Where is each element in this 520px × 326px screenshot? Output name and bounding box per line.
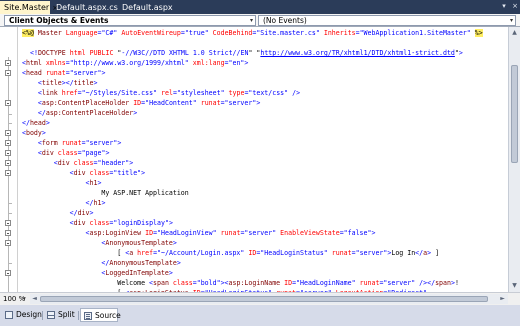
chevron-down-icon: ▾ xyxy=(509,17,513,24)
tab-site-master[interactable]: Site.Master × xyxy=(0,1,58,14)
code-line[interactable]: <!DOCTYPE html PUBLIC "-//W3C//DTD XHTML… xyxy=(30,48,463,58)
code-line[interactable]: <div class="page"> xyxy=(22,148,110,158)
view-separator xyxy=(42,311,43,320)
code-line[interactable]: Welcome <span class="bold"><asp:LoginNam… xyxy=(22,278,459,288)
vertical-scrollbar[interactable]: ▲ ▼ xyxy=(508,27,520,292)
collapse-toggle-icon[interactable] xyxy=(5,220,11,226)
code-line[interactable]: <div class="loginDisplay"> xyxy=(22,218,173,228)
tab-default-aspx-cs[interactable]: Default.aspx.cs xyxy=(52,1,118,14)
zoom-level[interactable]: 100 % xyxy=(3,294,25,304)
code-line[interactable]: <body> xyxy=(22,128,46,138)
design-view-button[interactable]: Design xyxy=(2,308,42,322)
code-line[interactable]: <head runat="server"> xyxy=(22,68,105,78)
outline-end-marker xyxy=(8,114,12,115)
collapse-toggle-icon[interactable] xyxy=(5,150,11,156)
code-line[interactable]: <asp:ContentPlaceHolder ID="HeadContent"… xyxy=(22,98,260,108)
collapse-toggle-icon[interactable] xyxy=(5,130,11,136)
outline-end-marker xyxy=(8,123,12,124)
zoom-bar: 100 % ▾ ◄ ► xyxy=(0,292,520,305)
code-line[interactable]: <title></title> xyxy=(22,78,98,88)
source-view-button[interactable]: Source xyxy=(80,308,121,322)
split-view-icon xyxy=(47,311,55,319)
design-view-label: Design xyxy=(16,310,42,319)
outline-end-marker xyxy=(8,203,12,204)
code-line[interactable]: My ASP.NET Application xyxy=(22,188,188,198)
code-line[interactable]: <html xmlns="http://www.w3.org/1999/xhtm… xyxy=(22,58,248,68)
horizontal-scrollbar[interactable]: ◄ ► xyxy=(30,294,508,304)
collapse-toggle-icon[interactable] xyxy=(5,100,11,106)
chevron-down-icon: ▾ xyxy=(249,17,253,24)
events-dropdown[interactable]: (No Events) ▾ xyxy=(258,15,516,26)
code-line[interactable]: </h1> xyxy=(22,198,106,208)
code-line[interactable]: <link href="~/Styles/Site.css" rel="styl… xyxy=(22,88,300,98)
code-line[interactable]: <%@ Master Language="C#" AutoEventWireup… xyxy=(22,28,483,38)
code-line[interactable]: <form runat="server"> xyxy=(22,138,121,148)
code-line[interactable]: <div class="header"> xyxy=(22,158,133,168)
collapse-toggle-icon[interactable] xyxy=(5,240,11,246)
split-view-button[interactable]: Split xyxy=(44,308,76,322)
code-line[interactable]: </asp:ContentPlaceHolder> xyxy=(22,108,137,118)
vertical-scroll-thumb[interactable] xyxy=(511,65,518,163)
collapse-toggle-icon[interactable] xyxy=(5,170,11,176)
outlining-margin xyxy=(0,27,18,292)
code-line[interactable]: <AnonymousTemplate> xyxy=(22,238,176,248)
tab-list-dropdown-icon[interactable]: ▾ xyxy=(500,2,508,11)
code-line[interactable]: [ <a href="~/Account/Login.aspx" ID="Hea… xyxy=(22,248,439,258)
scroll-right-icon[interactable]: ► xyxy=(498,294,507,304)
zoom-dropdown-icon[interactable]: ▾ xyxy=(23,294,26,304)
collapse-toggle-icon[interactable] xyxy=(5,140,11,146)
visual-studio-editor-window: Site.Master × Default.aspx.cs Default.asp… xyxy=(0,0,520,326)
tab-default-aspx[interactable]: Default.aspx xyxy=(118,1,176,14)
events-dropdown-value: (No Events) xyxy=(263,16,307,25)
outline-end-marker xyxy=(8,213,12,214)
client-objects-dropdown-value: Client Objects & Events xyxy=(9,16,109,25)
code-line[interactable]: <h1> xyxy=(22,178,102,188)
collapse-toggle-icon[interactable] xyxy=(5,60,11,66)
close-window-icon[interactable]: × xyxy=(511,2,519,11)
scroll-up-icon[interactable]: ▲ xyxy=(510,28,519,37)
document-tab-strip: Site.Master × Default.aspx.cs Default.asp… xyxy=(0,0,520,14)
collapse-toggle-icon[interactable] xyxy=(5,270,11,276)
client-objects-dropdown[interactable]: Client Objects & Events ▾ xyxy=(4,15,256,26)
split-view-label: Split xyxy=(58,310,75,319)
horizontal-scroll-thumb[interactable] xyxy=(40,296,488,302)
navigation-bar: Client Objects & Events ▾ (No Events) ▾ xyxy=(0,14,520,27)
code-text-area[interactable]: <%@ Master Language="C#" AutoEventWireup… xyxy=(22,27,508,292)
collapse-toggle-icon[interactable] xyxy=(5,230,11,236)
design-view-icon xyxy=(5,311,13,319)
tab-default-aspx-cs-label: Default.aspx.cs xyxy=(56,3,118,12)
tab-default-aspx-label: Default.aspx xyxy=(122,3,173,12)
code-editor[interactable]: <%@ Master Language="C#" AutoEventWireup… xyxy=(0,27,508,292)
scroll-down-icon[interactable]: ▼ xyxy=(510,281,519,290)
code-line[interactable]: <LoggedInTemplate> xyxy=(22,268,173,278)
source-view-label: Source xyxy=(95,311,121,320)
collapse-toggle-icon[interactable] xyxy=(5,70,11,76)
view-switcher: Design Split Source xyxy=(0,305,520,326)
code-line[interactable]: </AnonymousTemplate> xyxy=(22,258,180,268)
code-line[interactable]: <asp:LoginView ID="HeadLoginView" runat=… xyxy=(22,228,376,238)
tab-site-master-label: Site.Master xyxy=(4,3,50,12)
scroll-left-icon[interactable]: ◄ xyxy=(30,294,39,304)
code-line[interactable]: </head> xyxy=(22,118,50,128)
view-separator xyxy=(78,311,79,320)
collapse-toggle-icon[interactable] xyxy=(5,160,11,166)
outline-end-marker xyxy=(8,263,12,264)
code-line[interactable]: <div class="title"> xyxy=(22,168,146,178)
source-view-icon xyxy=(84,312,92,320)
code-line[interactable]: </div> xyxy=(22,208,94,218)
